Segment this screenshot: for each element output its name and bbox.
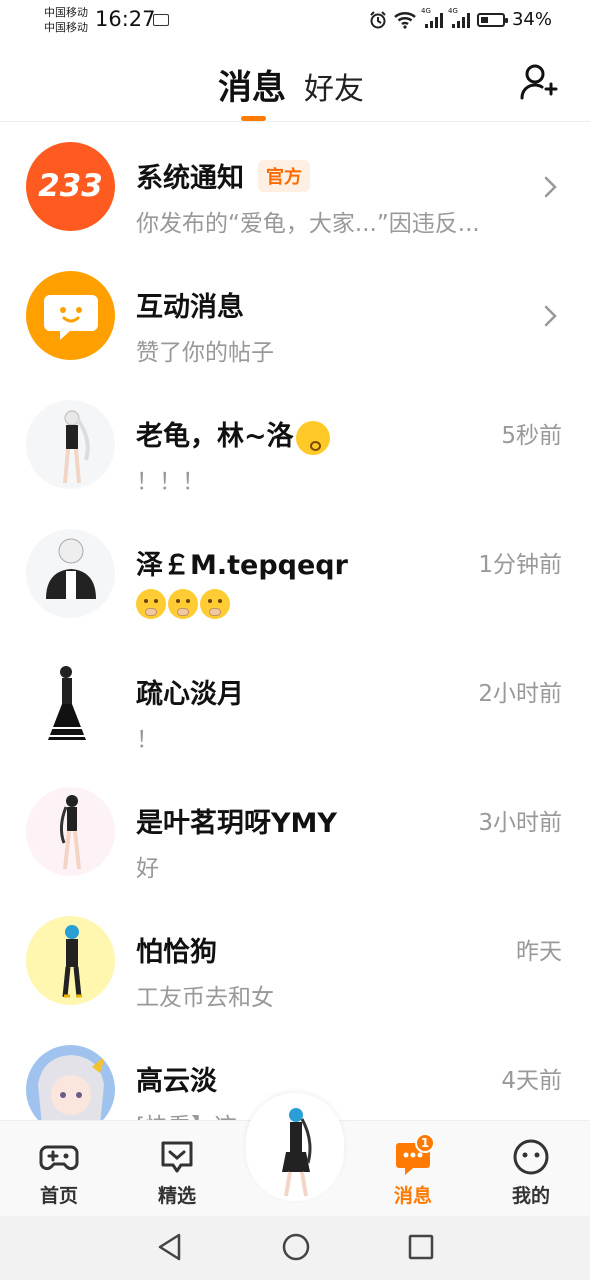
character-figure [63,410,90,484]
back-icon[interactable] [156,1232,184,1262]
battery-level: 34% [511,9,552,30]
list-item-conversation[interactable]: 疏心淡月 ！ 2小时前 [0,638,590,767]
official-badge: 官方 [258,160,310,192]
network-type: 4G [447,6,458,15]
interaction-avatar [26,271,115,360]
system-notice-avatar-label: 233 [38,168,103,204]
avatar [26,787,115,876]
list-item-time: 昨天 [516,939,562,965]
network-type: 4G [420,6,431,15]
clock: 16:27 [95,7,156,31]
list-item-preview: ！ [136,727,159,753]
wifi-icon [394,11,416,29]
list-item-preview [136,589,232,619]
face-icon [513,1139,549,1175]
list-item-title: 是叶茗玥呀YMY [136,808,337,839]
character-figure [59,795,81,870]
list-item-interactions[interactable]: 互动消息 赞了你的帖子 [0,251,590,380]
chevron-right-icon [544,305,557,327]
list-item-time: 5秒前 [501,423,562,449]
character-avatar[interactable] [246,1093,344,1201]
signal-icon: 4G [421,7,443,28]
list-item-conversation[interactable]: 泽￡M.tepqeqr 1分钟前 [0,509,590,638]
signal-icon: 4G [448,7,470,28]
list-item-title: 系统通知 官方 [136,156,310,195]
list-item-title: 泽￡M.tepqeqr [136,550,348,581]
character-figure [282,1108,312,1197]
active-tab-indicator [241,116,266,121]
nav-messages[interactable]: 1 消息 [363,1121,463,1217]
avatar [26,658,115,747]
avatar [26,529,115,618]
message-list: 233 系统通知 官方 你发布的“爱龟，大家...”因违反... 互动消息 赞了你… [0,122,590,1154]
list-item-conversation[interactable]: 是叶茗玥呀YMY 好 3小时前 [0,767,590,896]
list-item-time: 4天前 [501,1068,562,1094]
app-notification-icon [153,14,169,26]
nav-home[interactable]: 首页 [9,1121,109,1217]
character-figure [62,925,82,998]
chevron-right-icon [544,176,557,198]
nav-label: 我的 [511,1185,550,1207]
system-notice-avatar: 233 [26,142,115,231]
status-bar: 中国移动 中国移动 16:27 4G 4G 34% [0,0,590,44]
list-item-system-notice[interactable]: 233 系统通知 官方 你发布的“爱龟，大家...”因违反... [0,122,590,251]
chat-bubble-icon [44,295,98,340]
list-item-title-text: 系统通知 [136,163,244,194]
character-figure [46,538,96,599]
list-item-time: 3小时前 [478,810,562,836]
nav-label: 首页 [39,1185,78,1207]
tab-friends[interactable]: 好友 [304,64,364,108]
nav-featured[interactable]: 精选 [127,1121,227,1217]
list-item-title: 老龟，林~洛 [136,414,330,455]
avatar [26,400,115,489]
system-nav-bar [0,1216,590,1280]
list-item-conversation[interactable]: 老龟，林~洛 ！！！ 5秒前 [0,380,590,509]
header: 消息 好友 [0,44,590,122]
avatar [26,916,115,1005]
nav-label: 消息 [393,1185,432,1207]
recents-icon[interactable] [407,1232,435,1262]
list-item-conversation[interactable]: 怕恰狗 工友币去和女 昨天 [0,896,590,1025]
face-with-hand-over-mouth-emoji [200,589,230,619]
carrier-1: 中国移动 [44,6,88,19]
list-item-time: 2小时前 [478,681,562,707]
heart-chat-icon [161,1141,193,1173]
list-item-title-text: 老龟，林~洛 [136,421,294,452]
list-item-title: 互动消息 [136,292,244,323]
gamepad-icon [39,1145,79,1171]
list-item-title: 高云淡 [136,1066,217,1097]
carrier-2: 中国移动 [44,21,88,34]
battery-icon [476,12,508,27]
tab-messages[interactable]: 消息 [218,60,286,109]
character-figure [48,666,88,740]
unread-badge: 1 [415,1133,435,1153]
list-item-time: 1分钟前 [478,552,562,578]
list-item-preview: 你发布的“爱龟，大家...”因违反... [136,211,480,237]
face-with-hand-over-mouth-emoji [168,589,198,619]
list-item-title: 疏心淡月 [136,679,244,710]
list-item-preview: 工友币去和女 [136,985,274,1011]
add-friend-icon[interactable] [518,62,558,102]
face-with-hand-over-mouth-emoji [136,589,166,619]
carrier-info: 中国移动 中国移动 [44,5,88,35]
alarm-icon [370,10,386,28]
nav-label: 精选 [157,1185,196,1207]
home-icon[interactable] [281,1232,311,1262]
list-item-preview: ！！！ [136,469,205,495]
nav-profile[interactable]: 我的 [481,1121,581,1217]
list-item-title: 怕恰狗 [136,937,217,968]
list-item-preview: 赞了你的帖子 [136,340,274,366]
kissing-face-emoji [295,420,330,455]
list-item-preview: 好 [136,856,159,882]
status-icons: 4G 4G 34% [369,7,552,30]
